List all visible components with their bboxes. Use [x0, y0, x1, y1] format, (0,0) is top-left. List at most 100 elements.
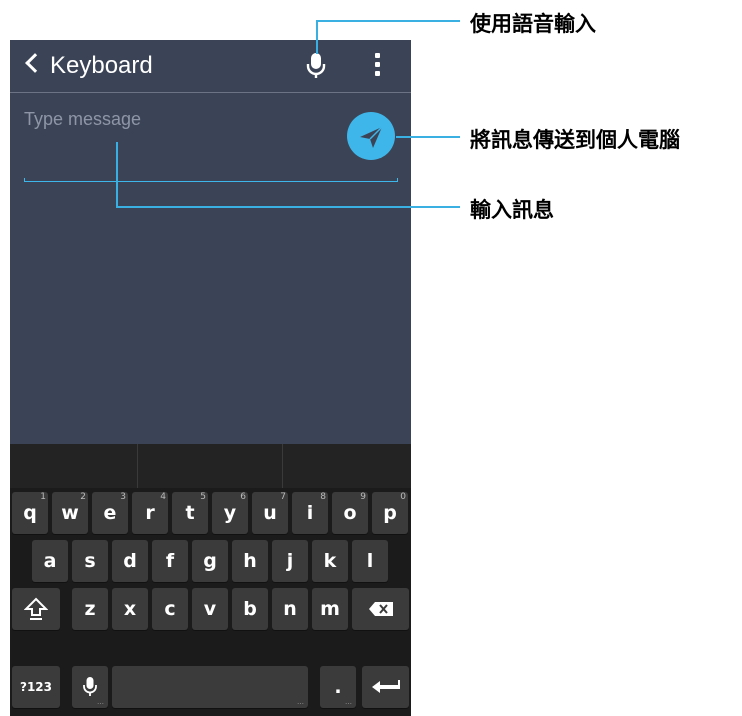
- more-dots-icon: …: [297, 698, 304, 706]
- chevron-left-icon: [25, 53, 45, 73]
- key-a[interactable]: a: [32, 540, 68, 582]
- key-hint: 9: [360, 492, 366, 502]
- key-w[interactable]: w2: [52, 492, 88, 534]
- key-y[interactable]: y6: [212, 492, 248, 534]
- key-e[interactable]: e3: [92, 492, 128, 534]
- suggestion-divider: [282, 444, 283, 488]
- key-label: t: [185, 502, 195, 524]
- more-dots-icon: …: [97, 698, 104, 706]
- key-r[interactable]: r4: [132, 492, 168, 534]
- key-hint: 8: [320, 492, 326, 502]
- key-hint: 6: [240, 492, 246, 502]
- key-label: y: [223, 502, 237, 524]
- suggestion-divider: [137, 444, 138, 488]
- key-p[interactable]: p0: [372, 492, 408, 534]
- key-g[interactable]: g: [192, 540, 228, 582]
- microphone-icon: [83, 677, 97, 696]
- key-label: o: [343, 502, 357, 524]
- callout-line: [396, 136, 460, 138]
- space-key[interactable]: …: [112, 666, 308, 708]
- key-label: j: [286, 550, 294, 572]
- callout-line: [316, 20, 318, 54]
- key-label: p: [383, 502, 397, 524]
- key-label: q: [23, 502, 37, 524]
- key-label: z: [84, 598, 96, 620]
- key-s[interactable]: s: [72, 540, 108, 582]
- symbols-key[interactable]: ?123: [12, 666, 60, 708]
- callout-voice-input: 使用語音輸入: [470, 12, 596, 36]
- key-hint: 4: [160, 492, 166, 502]
- key-label: v: [203, 598, 217, 620]
- key-c[interactable]: c: [152, 588, 188, 630]
- enter-icon: [371, 680, 400, 693]
- callout-line: [116, 206, 460, 208]
- key-hint: 1: [40, 492, 46, 502]
- key-hint: 2: [80, 492, 86, 502]
- backspace-icon: [368, 602, 393, 616]
- key-d[interactable]: d: [112, 540, 148, 582]
- key-label: a: [43, 550, 57, 572]
- back-button[interactable]: Keyboard: [24, 52, 153, 80]
- shift-key[interactable]: [12, 588, 60, 630]
- voice-input-key[interactable]: …: [72, 666, 108, 708]
- key-h[interactable]: h: [232, 540, 268, 582]
- key-label: k: [323, 550, 337, 572]
- key-k[interactable]: k: [312, 540, 348, 582]
- key-label: e: [103, 502, 117, 524]
- key-label: l: [366, 550, 374, 572]
- key-hint: 0: [400, 492, 406, 502]
- callout-line: [116, 142, 118, 208]
- key-label: u: [263, 502, 277, 524]
- key-label: r: [145, 502, 155, 524]
- key-z[interactable]: z: [72, 588, 108, 630]
- callout-send-to-pc: 將訊息傳送到個人電腦: [470, 128, 680, 152]
- key-t[interactable]: t5: [172, 492, 208, 534]
- key-label: .: [334, 676, 342, 698]
- key-label: h: [243, 550, 257, 572]
- key-label: n: [283, 598, 297, 620]
- key-hint: 5: [200, 492, 206, 502]
- key-x[interactable]: x: [112, 588, 148, 630]
- key-label: f: [165, 550, 175, 572]
- send-button[interactable]: [347, 112, 395, 160]
- message-input[interactable]: Type message: [24, 106, 398, 186]
- key-o[interactable]: o9: [332, 492, 368, 534]
- overflow-menu-icon[interactable]: [374, 53, 382, 79]
- key-u[interactable]: u7: [252, 492, 288, 534]
- phone-screen: Keyboard Type message q1w2e3r4t5y6u7i8o9…: [10, 40, 411, 716]
- key-m[interactable]: m: [312, 588, 348, 630]
- app-bar: Keyboard: [10, 40, 411, 93]
- send-paper-plane-icon: [360, 126, 383, 148]
- key-f[interactable]: f: [152, 540, 188, 582]
- backspace-key[interactable]: [352, 588, 409, 630]
- key-label: x: [123, 598, 137, 620]
- message-placeholder: Type message: [24, 109, 142, 129]
- more-dots-icon: …: [345, 698, 352, 706]
- key-hint: 7: [280, 492, 286, 502]
- key-v[interactable]: v: [192, 588, 228, 630]
- enter-key[interactable]: [362, 666, 409, 708]
- key-hint: 3: [120, 492, 126, 502]
- key-j[interactable]: j: [272, 540, 308, 582]
- callout-line: [316, 20, 460, 22]
- key-l[interactable]: l: [352, 540, 388, 582]
- suggestion-strip: [10, 444, 411, 488]
- key-label: c: [164, 598, 176, 620]
- period-key[interactable]: .…: [320, 666, 356, 708]
- key-i[interactable]: i8: [292, 492, 328, 534]
- key-n[interactable]: n: [272, 588, 308, 630]
- soft-keyboard: q 1 w 2 e 3 r 4 t 5 y 6 u 7 i 8 o 9 p 0 a s d f g h j k l z x c v b n m ?123…: [10, 444, 411, 716]
- shift-icon: [24, 597, 48, 620]
- key-label: m: [320, 598, 340, 620]
- key-b[interactable]: b: [232, 588, 268, 630]
- key-label: g: [203, 550, 217, 572]
- key-label: s: [84, 550, 96, 572]
- key-q[interactable]: q1: [12, 492, 48, 534]
- key-label: i: [306, 502, 314, 524]
- key-label: w: [61, 502, 79, 524]
- input-underline: [24, 178, 398, 182]
- callout-enter-message: 輸入訊息: [470, 198, 554, 222]
- page-title: Keyboard: [50, 52, 153, 79]
- microphone-icon[interactable]: [306, 52, 326, 80]
- key-label: d: [123, 550, 137, 572]
